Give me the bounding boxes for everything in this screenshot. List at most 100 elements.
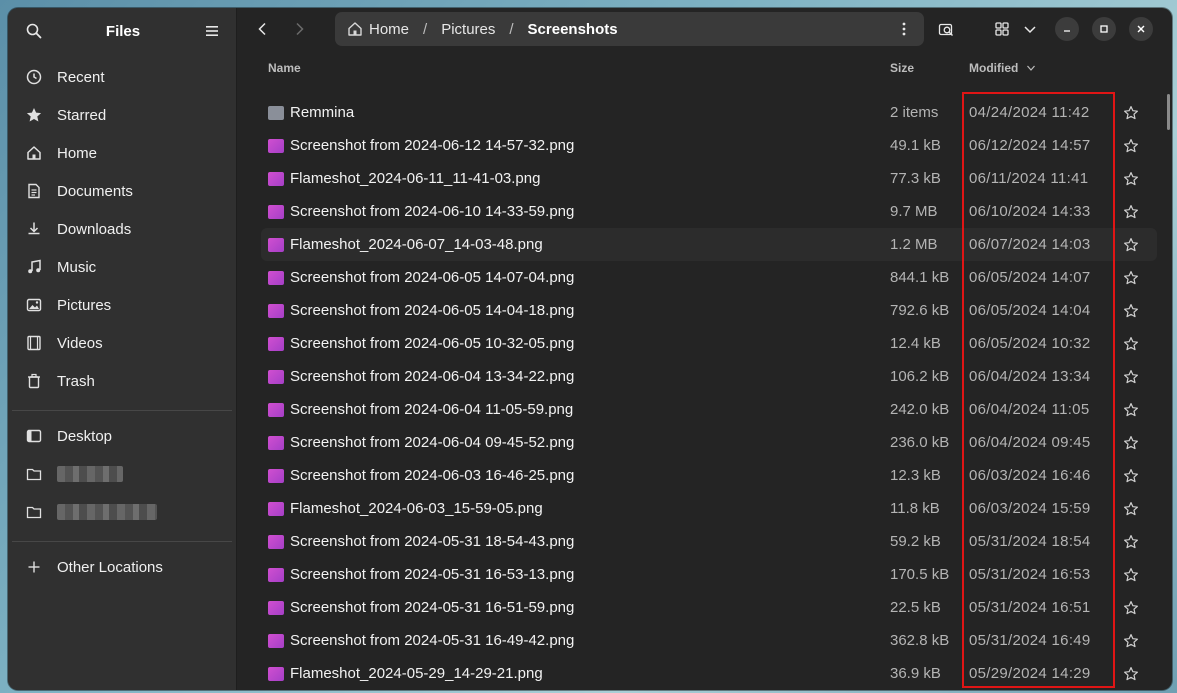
- file-size: 2 items: [890, 104, 939, 121]
- path-bar[interactable]: Home / Pictures / Screenshots: [335, 12, 924, 47]
- file-size: 242.0 kB: [890, 401, 950, 418]
- breadcrumb-pictures[interactable]: Pictures: [441, 21, 495, 38]
- image-file-icon: [268, 336, 284, 351]
- music-icon: [24, 257, 44, 277]
- star-icon[interactable]: [1123, 270, 1139, 286]
- file-size: 362.8 kB: [890, 632, 950, 649]
- file-modified: 06/03/2024 15:59: [969, 500, 1091, 517]
- sidebar-item-downloads[interactable]: Downloads: [14, 210, 230, 248]
- file-row[interactable]: Screenshot from 2024-05-31 16-49-42.png 3…: [261, 624, 1157, 657]
- star-icon[interactable]: [1123, 633, 1139, 649]
- image-file-icon: [268, 270, 284, 285]
- file-modified: 05/31/2024 16:49: [969, 632, 1091, 649]
- file-row[interactable]: Screenshot from 2024-06-04 09-45-52.png 2…: [261, 426, 1157, 459]
- breadcrumb-label: Home: [369, 20, 410, 38]
- file-row[interactable]: Screenshot from 2024-06-10 14-33-59.png 9…: [261, 195, 1157, 228]
- path-menu-icon[interactable]: [892, 17, 916, 41]
- star-icon[interactable]: [1123, 237, 1139, 253]
- star-icon[interactable]: [1123, 468, 1139, 484]
- star-icon[interactable]: [1123, 534, 1139, 550]
- main-menu-icon[interactable]: [200, 19, 224, 43]
- file-row[interactable]: Screenshot from 2024-05-31 16-51-59.png 2…: [261, 591, 1157, 624]
- sidebar-item-bookmark-redacted-1[interactable]: [14, 455, 230, 493]
- sidebar-item-label: Documents: [57, 182, 133, 200]
- star-icon[interactable]: [1123, 204, 1139, 220]
- file-modified: 06/04/2024 09:45: [969, 434, 1091, 451]
- star-icon[interactable]: [1123, 369, 1139, 385]
- file-row[interactable]: Flameshot_2024-05-29_14-29-21.png 36.9 kB…: [261, 657, 1157, 690]
- forward-button[interactable]: [281, 14, 317, 44]
- star-icon[interactable]: [1123, 501, 1139, 517]
- file-row[interactable]: Flameshot_2024-06-03_15-59-05.png 11.8 kB…: [261, 492, 1157, 525]
- download-icon: [24, 219, 44, 239]
- sidebar-item-desktop[interactable]: Desktop: [14, 417, 230, 455]
- image-file-icon: [268, 534, 284, 549]
- image-file-icon: [268, 402, 284, 417]
- trash-icon: [24, 371, 44, 391]
- column-name[interactable]: Name: [268, 61, 301, 75]
- sidebar-item-starred[interactable]: Starred: [14, 96, 230, 134]
- folder-search-icon: [938, 24, 953, 37]
- sidebar-item-home[interactable]: Home: [14, 134, 230, 172]
- file-row[interactable]: Screenshot from 2024-06-05 14-07-04.png 8…: [261, 261, 1157, 294]
- file-row[interactable]: Screenshot from 2024-06-04 13-34-22.png 1…: [261, 360, 1157, 393]
- file-name: Screenshot from 2024-05-31 16-53-13.png: [290, 566, 575, 583]
- file-modified: 06/11/2024 11:41: [969, 170, 1089, 187]
- star-icon[interactable]: [1123, 105, 1139, 121]
- image-file-icon: [268, 468, 284, 483]
- column-size[interactable]: Size: [890, 61, 914, 75]
- star-icon[interactable]: [1123, 666, 1139, 682]
- column-modified-label: Modified: [969, 61, 1019, 76]
- file-list: Remmina 2 items 04/24/2024 11:42 Screenshot…: [237, 86, 1172, 690]
- star-icon[interactable]: [1123, 171, 1139, 187]
- breadcrumb-label: Screenshots: [527, 20, 618, 38]
- star-icon[interactable]: [1123, 600, 1139, 616]
- scrollbar[interactable]: [1167, 94, 1170, 130]
- search-folder-button[interactable]: [932, 17, 960, 41]
- sidebar-item-other-locations[interactable]: Other Locations: [14, 548, 230, 586]
- file-row[interactable]: Flameshot_2024-06-07_14-03-48.png 1.2 MB 0…: [261, 228, 1157, 261]
- sidebar-item-documents[interactable]: Documents: [14, 172, 230, 210]
- file-row[interactable]: Screenshot from 2024-05-31 16-53-13.png 1…: [261, 558, 1157, 591]
- sidebar-divider: [12, 541, 232, 542]
- image-file-icon: [268, 666, 284, 681]
- other-locations-list: Other Locations: [8, 548, 236, 590]
- file-row[interactable]: Flameshot_2024-06-11_11-41-03.png 77.3 kB…: [261, 162, 1157, 195]
- view-options-button[interactable]: [1018, 17, 1042, 41]
- file-row[interactable]: Screenshot from 2024-06-03 16-46-25.png 1…: [261, 459, 1157, 492]
- file-row[interactable]: Remmina 2 items 04/24/2024 11:42: [261, 96, 1157, 129]
- maximize-button[interactable]: [1092, 17, 1116, 42]
- sidebar-item-videos[interactable]: Videos: [14, 324, 230, 362]
- breadcrumb-home[interactable]: Home: [347, 21, 409, 38]
- document-icon: [24, 181, 44, 201]
- view-grid-button[interactable]: [990, 17, 1014, 41]
- back-button[interactable]: [245, 14, 281, 44]
- file-row[interactable]: Screenshot from 2024-05-31 18-54-43.png 5…: [261, 525, 1157, 558]
- column-modified[interactable]: Modified: [969, 61, 1036, 75]
- main-content: Home / Pictures / Screenshots Name Size …: [237, 8, 1172, 690]
- sidebar-item-music[interactable]: Music: [14, 248, 230, 286]
- sidebar-item-recent[interactable]: Recent: [14, 58, 230, 96]
- folder-icon: [24, 464, 44, 484]
- search-icon[interactable]: [22, 19, 46, 43]
- file-name: Screenshot from 2024-06-03 16-46-25.png: [290, 467, 575, 484]
- file-row[interactable]: Screenshot from 2024-06-04 11-05-59.png 2…: [261, 393, 1157, 426]
- file-row[interactable]: Screenshot from 2024-06-05 14-04-18.png 7…: [261, 294, 1157, 327]
- sidebar-item-pictures[interactable]: Pictures: [14, 286, 230, 324]
- star-icon[interactable]: [1123, 138, 1139, 154]
- sidebar-item-label: Home: [57, 144, 98, 162]
- star-icon[interactable]: [1123, 567, 1139, 583]
- sidebar-item-trash[interactable]: Trash: [14, 362, 230, 400]
- minimize-button[interactable]: [1055, 17, 1079, 42]
- close-button[interactable]: [1129, 17, 1153, 42]
- file-row[interactable]: Screenshot from 2024-06-12 14-57-32.png 4…: [261, 129, 1157, 162]
- breadcrumb-screenshots[interactable]: Screenshots: [528, 21, 618, 38]
- sidebar-item-label: Starred: [57, 106, 107, 124]
- file-row[interactable]: Screenshot from 2024-06-05 10-32-05.png 1…: [261, 327, 1157, 360]
- star-icon[interactable]: [1123, 402, 1139, 418]
- maximize-icon: [1100, 25, 1108, 34]
- star-icon[interactable]: [1123, 336, 1139, 352]
- star-icon[interactable]: [1123, 303, 1139, 319]
- star-icon[interactable]: [1123, 435, 1139, 451]
- sidebar-item-bookmark-redacted-2[interactable]: [14, 493, 230, 531]
